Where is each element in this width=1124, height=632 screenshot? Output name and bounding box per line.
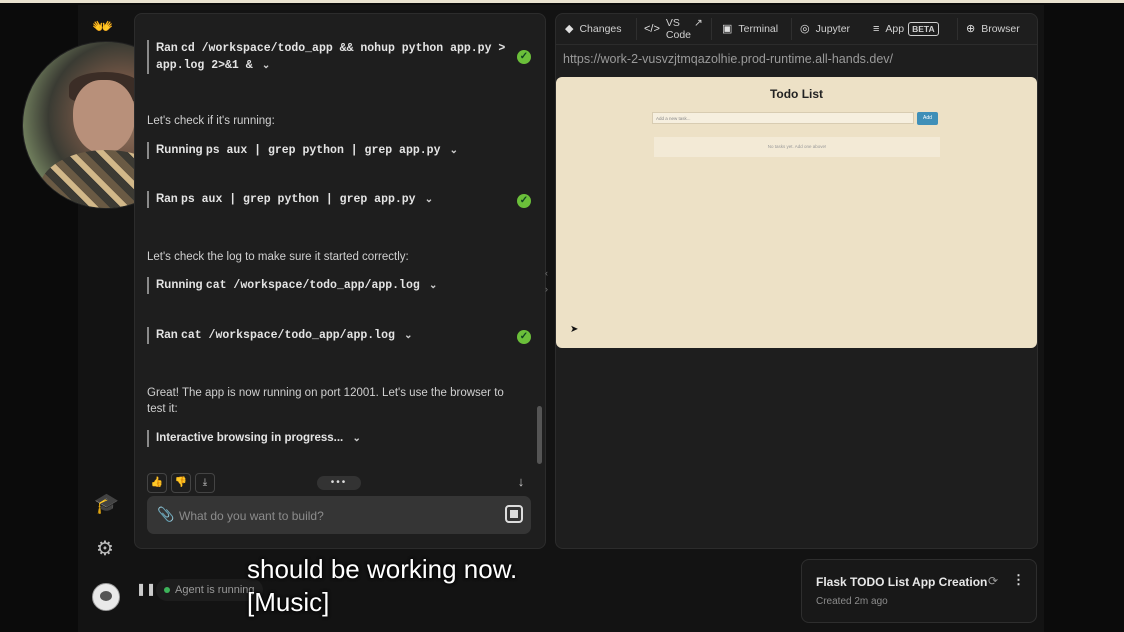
- terminal-icon: ▣: [722, 23, 733, 35]
- webcam-face: [73, 80, 135, 154]
- panel-collapse-arrows[interactable]: ‹ ›: [545, 265, 548, 297]
- tab-changes[interactable]: ◆ Changes: [565, 14, 622, 44]
- typing-indicator: •••: [317, 476, 361, 490]
- tab-app[interactable]: ≡ App BETA: [873, 14, 939, 44]
- conversation-card[interactable]: Flask TODO List App Creation ⟳ ⋮ Created…: [801, 559, 1037, 623]
- chevron-down-icon[interactable]: ⌄: [450, 142, 458, 159]
- graduation-cap-icon[interactable]: 🎓: [94, 493, 119, 515]
- message-tools: 👍 👎 ⤓: [147, 472, 219, 493]
- composer: 📎: [147, 496, 531, 534]
- thumbs-up-icon[interactable]: 👍: [147, 473, 167, 493]
- todo-add-button[interactable]: Add: [917, 112, 938, 125]
- git-diamond-icon: ◆: [565, 23, 574, 35]
- logo-hands-icon[interactable]: 👐: [92, 17, 113, 37]
- chat-input[interactable]: [177, 505, 481, 527]
- chat-panel: Ran cd /workspace/todo_app && nohup pyth…: [134, 13, 546, 549]
- step-code-cont: app.log 2>&1 &: [156, 59, 253, 72]
- user-avatar[interactable]: [92, 583, 120, 611]
- step-cmd-7[interactable]: Ran cat /workspace/todo_app/app.log ⌄: [147, 327, 412, 344]
- chat-scrollbar[interactable]: [537, 406, 542, 464]
- tab-jupyter[interactable]: ◎ Jupyter: [800, 14, 850, 44]
- download-icon[interactable]: ⤓: [195, 473, 215, 493]
- beta-badge: BETA: [908, 22, 939, 36]
- step-code: cd /workspace/todo_app && nohup python a…: [180, 42, 506, 55]
- subtitle-line: should be working now.: [247, 554, 518, 584]
- tab-label: Jupyter: [815, 23, 851, 35]
- step-cmd-3[interactable]: Running ps aux | grep python | grep app.…: [147, 142, 458, 159]
- step-prefix: Ran: [156, 329, 178, 341]
- chevron-down-icon[interactable]: ⌄: [425, 191, 433, 208]
- step-cmd-4[interactable]: Ran ps aux | grep python | grep app.py ⌄: [147, 191, 433, 208]
- tab-divider: [957, 18, 958, 40]
- step-prefix: Running: [156, 279, 203, 291]
- external-link-icon[interactable]: ↗: [694, 17, 703, 29]
- tab-divider: [791, 18, 792, 40]
- tab-divider: [636, 18, 637, 40]
- globe-icon: ⊕: [966, 23, 976, 35]
- step-cmd-1[interactable]: Ran cd /workspace/todo_app && nohup pyth…: [147, 40, 505, 74]
- tab-label: VS Code: [666, 17, 691, 41]
- step-cmd-6[interactable]: Running cat /workspace/todo_app/app.log …: [147, 277, 437, 294]
- chevron-down-icon[interactable]: ⌄: [404, 327, 412, 344]
- tab-label: App: [885, 23, 905, 35]
- browsing-status: Interactive browsing in progress...: [156, 432, 344, 444]
- todo-page-title: Todo List: [769, 87, 824, 101]
- stop-button[interactable]: [505, 505, 523, 523]
- chevron-down-icon[interactable]: ⌄: [352, 430, 360, 447]
- jupyter-icon: ◎: [800, 23, 810, 35]
- tab-vscode[interactable]: </> VS Code ↗: [644, 17, 703, 47]
- tab-browser[interactable]: ⊕ Browser: [966, 14, 1020, 44]
- pause-icon[interactable]: ❚❚: [136, 582, 156, 596]
- tab-label: Browser: [981, 23, 1020, 35]
- paperclip-icon[interactable]: 📎: [157, 506, 174, 523]
- tab-label-line: VS: [665, 17, 680, 29]
- step-text-2: Let's check if it's running:: [147, 115, 275, 127]
- step-code: ps aux | grep python | grep app.py: [205, 144, 441, 157]
- step-prefix: Running: [156, 144, 203, 156]
- subtitle-line: [Music]: [247, 587, 330, 617]
- settings-gear-icon[interactable]: ⚙: [94, 538, 116, 560]
- video-subtitles: should be working now. [Music]: [247, 553, 517, 619]
- tab-divider: [711, 18, 712, 40]
- step-text-line: test it:: [147, 403, 178, 415]
- step-code: ps aux | grep python | grep app.py: [180, 193, 416, 206]
- chevron-down-icon[interactable]: ⌄: [429, 277, 437, 294]
- step-code: cat /workspace/todo_app/app.log: [180, 329, 395, 342]
- todo-empty-message: No tasks yet. Add one above!: [654, 137, 940, 157]
- conversation-created: Created 2m ago: [816, 596, 888, 607]
- workspace-panel: ◆ Changes </> VS Code ↗ ▣ Terminal ◎ Jupyter …: [555, 13, 1038, 549]
- more-options-icon[interactable]: ⋮: [1012, 572, 1025, 588]
- success-check-icon: ✓: [517, 330, 531, 344]
- step-prefix: Ran: [156, 193, 178, 205]
- step-code: cat /workspace/todo_app/app.log: [205, 279, 420, 292]
- step-text-5: Let's check the log to make sure it star…: [147, 251, 409, 263]
- step-prefix: Ran: [156, 42, 178, 54]
- tab-terminal[interactable]: ▣ Terminal: [722, 14, 778, 44]
- thumbs-down-icon[interactable]: 👎: [171, 473, 191, 493]
- todo-task-input[interactable]: Add a new task...: [652, 112, 914, 124]
- step-text-8: Great! The app is now running on port 12…: [147, 385, 504, 417]
- sync-spinner-icon: ⟳: [988, 574, 999, 588]
- browser-viewport[interactable]: Todo List Add a new task... Add No tasks…: [556, 77, 1037, 348]
- conversation-title: Flask TODO List App Creation: [816, 575, 988, 589]
- chevron-down-icon[interactable]: ⌄: [262, 57, 270, 74]
- step-status-9[interactable]: Interactive browsing in progress... ⌄: [147, 430, 361, 447]
- success-check-icon: ✓: [517, 50, 531, 64]
- agent-status-text: Agent is running: [175, 584, 255, 596]
- scroll-down-arrow-icon[interactable]: ↓: [513, 474, 529, 490]
- tab-label: Changes: [579, 23, 622, 35]
- tab-label: Terminal: [738, 23, 779, 35]
- tab-label-line: Code: [665, 29, 692, 41]
- step-text-line: Great! The app is now running on port 12…: [147, 387, 504, 399]
- workspace-tabs: ◆ Changes </> VS Code ↗ ▣ Terminal ◎ Jupyter …: [556, 14, 1037, 45]
- code-brackets-icon: </>: [644, 23, 660, 35]
- status-dot: [164, 587, 170, 594]
- mouse-cursor-icon: ➤: [570, 324, 579, 335]
- list-icon: ≡: [873, 23, 880, 35]
- browser-url[interactable]: https://work-2-vusvzjtmqazolhie.prod-run…: [563, 52, 893, 66]
- success-check-icon: ✓: [517, 194, 531, 208]
